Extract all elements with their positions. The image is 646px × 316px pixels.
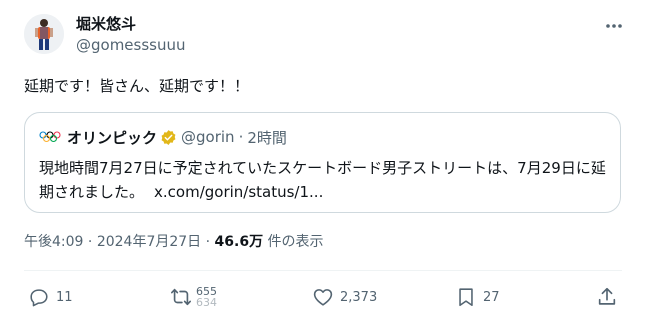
views-count: 46.6万: [214, 234, 264, 250]
tweet-date[interactable]: 2024年7月27日: [97, 234, 201, 250]
bookmark-icon: [459, 288, 473, 307]
tweet: 堀米悠斗 @gomesssuuu 延期です！皆さん、延期です！！ オリンピック: [0, 0, 646, 316]
quoted-tweet-card[interactable]: オリンピック @gorin · 2時間 現地時間7月27日に予定されていたスケー…: [24, 112, 621, 213]
quoted-handle: @gorin: [181, 128, 235, 146]
more-horizontal-icon: [606, 24, 622, 28]
tweet-meta: 午後4:09 · 2024年7月27日 · 46.6万 件の表示: [24, 232, 324, 252]
divider: [24, 270, 622, 271]
bookmark-button[interactable]: 27: [455, 285, 500, 309]
retweet-count-bottom: 634: [196, 296, 217, 308]
quoted-tweet-body: 現地時間7月27日に予定されていたスケートボード男子ストリートは、7月29日に延…: [39, 156, 609, 204]
reply-icon: [30, 289, 48, 307]
views-label: 件の表示: [267, 234, 324, 250]
author-display-name[interactable]: 堀米悠斗: [76, 14, 186, 34]
meta-separator: ·: [205, 234, 211, 250]
like-button[interactable]: 2,373: [312, 285, 377, 309]
like-count: 2,373: [340, 289, 378, 305]
share-button[interactable]: [596, 285, 618, 309]
avatar[interactable]: [24, 14, 64, 54]
reply-button[interactable]: 11: [28, 285, 73, 309]
user-info: 堀米悠斗 @gomesssuuu: [76, 14, 186, 55]
retweet-button[interactable]: 655 634: [170, 285, 217, 309]
olympic-rings-icon: [39, 131, 61, 143]
heart-icon: [313, 289, 333, 306]
quoted-tweet-header: オリンピック @gorin · 2時間: [39, 127, 287, 147]
share-icon: [598, 287, 616, 305]
verified-badge-icon: [161, 129, 176, 145]
quoted-time[interactable]: 2時間: [247, 127, 287, 148]
author-handle[interactable]: @gomesssuuu: [76, 35, 186, 55]
quoted-display-name: オリンピック: [67, 128, 158, 147]
tweet-time[interactable]: 午後4:09: [24, 234, 83, 250]
reply-count: 11: [56, 289, 73, 305]
quoted-link[interactable]: x.com/gorin/status/1...: [154, 183, 323, 201]
quoted-separator: ·: [238, 128, 244, 146]
meta-separator: ·: [87, 234, 93, 250]
tweet-text: 延期です！皆さん、延期です！！: [24, 77, 250, 95]
more-options-button[interactable]: [604, 18, 624, 34]
bookmark-count: 27: [483, 289, 500, 305]
retweet-count: 655 634: [196, 286, 217, 308]
retweet-icon: [171, 288, 191, 306]
avatar-image: [24, 14, 64, 54]
